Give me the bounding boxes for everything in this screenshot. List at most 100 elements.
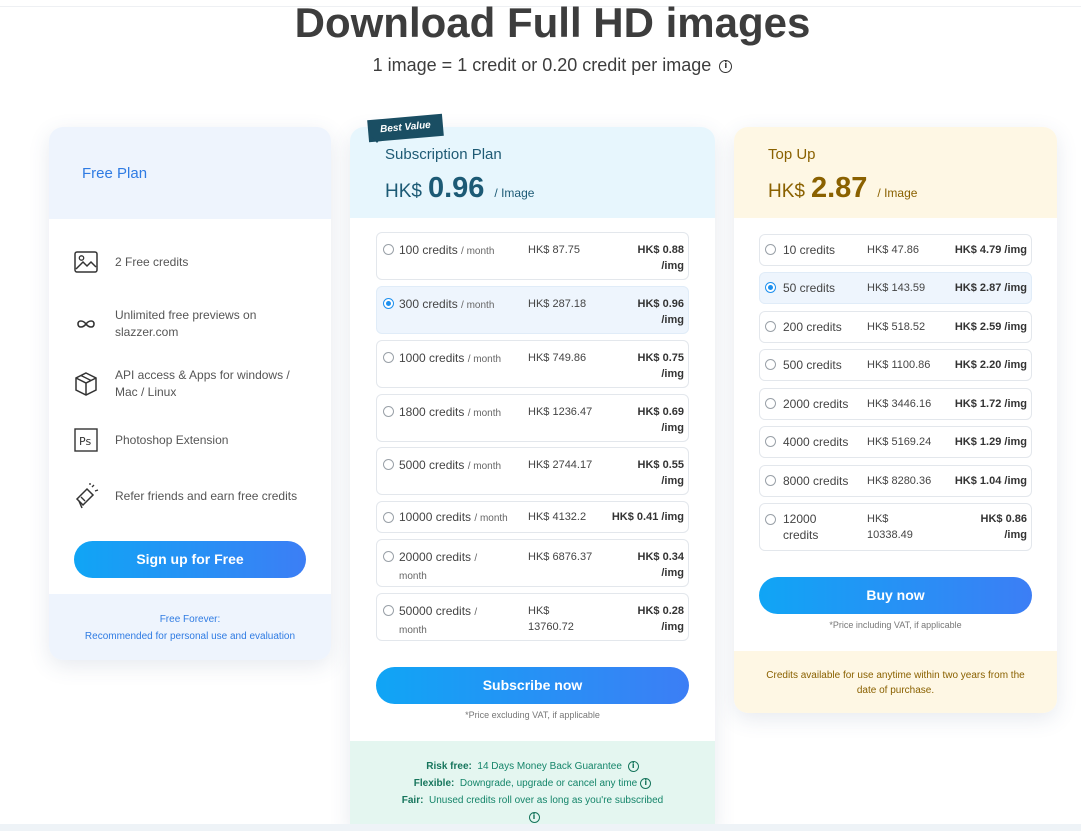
- plan-price: HK$ 2744.17: [528, 459, 593, 471]
- feature-item: Refer friends and earn free credits: [73, 483, 315, 509]
- vat-note: *Price excluding VAT, if applicable: [465, 710, 600, 720]
- price-per-image: HK$ 0.86 /img: [980, 513, 1027, 541]
- free-forever-label: Free Forever:: [159, 614, 221, 625]
- plan-option-row[interactable]: 20000 credits / month HK$ 6876.37 HK$ 0.…: [376, 539, 689, 587]
- plan-option-row[interactable]: 100 credits / month HK$ 87.75 HK$ 0.88 /…: [376, 232, 689, 280]
- radio-button[interactable]: [383, 406, 394, 417]
- vat-note: *Price including VAT, if applicable: [829, 620, 962, 630]
- radio-button-checked[interactable]: [765, 282, 776, 293]
- guarantee-flexible: Flexible: Downgrade, upgrade or cancel a…: [350, 775, 715, 792]
- plan-price: HK$ 6876.37: [528, 551, 593, 563]
- price-per-image: HK$ 0.34 /img: [637, 551, 684, 579]
- price-per-image: HK$ 0.28 /img: [637, 605, 684, 633]
- infinity-icon: [73, 311, 99, 337]
- topup-option-row[interactable]: 8000 credits HK$ 8280.36 HK$ 1.04 /img: [759, 465, 1032, 497]
- radio-button[interactable]: [765, 514, 776, 525]
- topup-option-row[interactable]: 500 credits HK$ 1100.86 HK$ 2.20 /img: [759, 349, 1032, 381]
- radio-button[interactable]: [383, 244, 394, 255]
- topup-option-row[interactable]: 4000 credits HK$ 5169.24 HK$ 1.29 /img: [759, 426, 1032, 458]
- credits-label: 10 credits: [783, 243, 836, 257]
- price-per-image: HK$ 1.72 /img: [954, 398, 1027, 410]
- info-icon[interactable]: i: [627, 760, 639, 772]
- feature-item: 2 Free credits: [73, 249, 315, 275]
- plan-price: HK$ 87.75: [528, 244, 580, 256]
- plan-price: HK$ 8280.36: [867, 475, 932, 487]
- price-per-image: HK$ 0.55 /img: [637, 459, 684, 487]
- credits-label: 200 credits: [783, 320, 842, 334]
- plan-option-row[interactable]: 50000 credits / month HK$ 13760.72 HK$ 0…: [376, 593, 689, 641]
- radio-button[interactable]: [765, 398, 776, 409]
- svg-text:Ps: Ps: [79, 435, 91, 448]
- radio-button[interactable]: [383, 605, 394, 616]
- credits-label: 2000 credits: [783, 397, 849, 411]
- info-icon[interactable]: i: [528, 811, 540, 823]
- radio-button[interactable]: [383, 352, 394, 363]
- radio-button[interactable]: [765, 475, 776, 486]
- subscription-plan-title: Subscription Plan: [385, 146, 502, 163]
- feature-item: Ps Photoshop Extension: [73, 427, 315, 453]
- page-subtitle: 1 image = 1 credit or 0.20 credit per im…: [0, 54, 1081, 76]
- credits-label: 1000 credits / month: [399, 351, 502, 365]
- badge-tail: [371, 136, 383, 143]
- guarantee-fair: Fair: Unused credits roll over as long a…: [401, 795, 664, 806]
- credits-label: 50 credits: [783, 281, 836, 295]
- price-per-image: HK$ 1.04 /img: [954, 475, 1027, 487]
- free-plan-header: Free Plan: [49, 127, 331, 219]
- subscription-price: HK$ 0.96 / Image: [385, 172, 534, 205]
- cube-icon: [73, 371, 99, 397]
- plan-option-row[interactable]: 10000 credits / month HK$ 4132.2 HK$ 0.4…: [376, 501, 689, 533]
- price-per-image: HK$ 0.96 /img: [637, 298, 684, 326]
- feature-text: Unlimited free previews on slazzer.com: [115, 308, 257, 339]
- credits-label: 300 credits / month: [399, 297, 495, 311]
- radio-button[interactable]: [383, 551, 394, 562]
- radio-button[interactable]: [765, 359, 776, 370]
- feature-text: Photoshop Extension: [115, 432, 229, 447]
- subscribe-now-button[interactable]: Subscribe now: [376, 667, 689, 704]
- plan-option-row[interactable]: 5000 credits / month HK$ 2744.17 HK$ 0.5…: [376, 447, 689, 495]
- price-per-image: HK$ 0.75 /img: [637, 352, 684, 380]
- price-currency: HK$: [768, 181, 805, 202]
- radio-button[interactable]: [765, 436, 776, 447]
- topup-option-row[interactable]: 200 credits HK$ 518.52 HK$ 2.59 /img: [759, 311, 1032, 343]
- plan-option-row[interactable]: 1000 credits / month HK$ 749.86 HK$ 0.75…: [376, 340, 689, 388]
- megaphone-icon: [73, 483, 99, 509]
- radio-button-checked[interactable]: [383, 298, 394, 309]
- info-icon[interactable]: i: [640, 777, 652, 789]
- topup-option-row[interactable]: 10 credits HK$ 47.86 HK$ 4.79 /img: [759, 234, 1032, 266]
- credits-label: 100 credits / month: [399, 243, 495, 257]
- price-per-image: HK$ 4.79 /img: [954, 244, 1027, 256]
- radio-button[interactable]: [383, 459, 394, 470]
- radio-button[interactable]: [383, 512, 394, 523]
- radio-button[interactable]: [765, 244, 776, 255]
- credits-label: 50000 credits / month: [399, 604, 478, 636]
- feature-text: API access & Apps for windows / Mac / Li…: [115, 368, 290, 399]
- credits-label: 500 credits: [783, 358, 842, 372]
- price-unit: / Image: [494, 186, 535, 200]
- price-currency: HK$: [385, 181, 422, 202]
- plan-option-row-selected[interactable]: 300 credits / month HK$ 287.18 HK$ 0.96 …: [376, 286, 689, 334]
- plan-price: HK$ 13760.72: [528, 605, 574, 633]
- plan-option-row[interactable]: 1800 credits / month HK$ 1236.47 HK$ 0.6…: [376, 394, 689, 442]
- credit-validity-note: Credits available for use anytime within…: [766, 670, 1025, 696]
- free-plan-recommendation: Recommended for personal use and evaluat…: [84, 631, 296, 642]
- feature-text: 2 Free credits: [115, 254, 189, 269]
- topup-option-row[interactable]: 2000 credits HK$ 3446.16 HK$ 1.72 /img: [759, 388, 1032, 420]
- topup-option-row[interactable]: 12000 credits HK$ 10338.49 HK$ 0.86 /img: [759, 503, 1032, 551]
- sign-up-free-button[interactable]: Sign up for Free: [74, 541, 306, 578]
- topup-option-row-selected[interactable]: 50 credits HK$ 143.59 HK$ 2.87 /img: [759, 272, 1032, 304]
- free-plan-footer: Free Forever: Recommended for personal u…: [49, 594, 331, 660]
- bottom-divider: [0, 824, 1081, 831]
- price-value: 0.96: [427, 172, 485, 204]
- image-icon: [73, 249, 99, 275]
- subscription-plan-header: Subscription Plan HK$ 0.96 / Image: [350, 127, 715, 218]
- plan-price: HK$ 518.52: [867, 321, 926, 333]
- info-icon[interactable]: i: [719, 59, 733, 73]
- plan-price: HK$ 3446.16: [867, 398, 932, 410]
- plan-price: HK$ 749.86: [528, 352, 587, 364]
- price-value: 2.87: [810, 172, 868, 204]
- radio-button[interactable]: [765, 321, 776, 332]
- buy-now-button[interactable]: Buy now: [759, 577, 1032, 614]
- price-per-image: HK$ 2.87 /img: [954, 282, 1027, 294]
- price-unit: / Image: [877, 186, 918, 200]
- top-up-card: Top Up HK$ 2.87 / Image 10 credits HK$ 4…: [734, 127, 1057, 713]
